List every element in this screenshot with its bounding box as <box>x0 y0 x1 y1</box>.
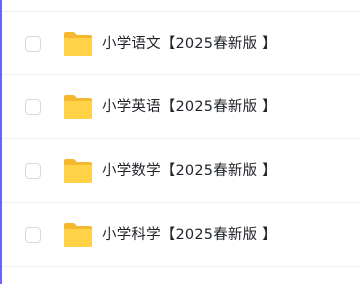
row-checkbox[interactable] <box>25 99 41 115</box>
file-row[interactable]: 小学语文【2025春新版 】 <box>2 11 361 75</box>
file-row[interactable]: 小学数学【2025春新版 】 <box>2 139 361 203</box>
file-list-page: 小学语文【2025春新版 】 小学英语【2025春新版 】 小学数学【2025春… <box>0 0 361 284</box>
row-checkbox[interactable] <box>25 163 41 179</box>
file-name[interactable]: 小学数学【2025春新版 】 <box>102 161 277 181</box>
folder-icon <box>64 223 92 247</box>
file-list: 小学语文【2025春新版 】 小学英语【2025春新版 】 小学数学【2025春… <box>2 0 361 284</box>
folder-icon <box>64 159 92 183</box>
file-row[interactable]: 小学科学【2025春新版 】 <box>2 203 361 267</box>
file-name[interactable]: 小学科学【2025春新版 】 <box>102 225 277 245</box>
folder-icon <box>64 95 92 119</box>
file-name[interactable]: 小学语文【2025春新版 】 <box>102 34 277 54</box>
file-name[interactable]: 小学英语【2025春新版 】 <box>102 97 277 117</box>
file-row[interactable]: 小学英语【2025春新版 】 <box>2 75 361 139</box>
folder-icon <box>64 32 92 56</box>
row-checkbox[interactable] <box>25 36 41 52</box>
row-checkbox[interactable] <box>25 227 41 243</box>
